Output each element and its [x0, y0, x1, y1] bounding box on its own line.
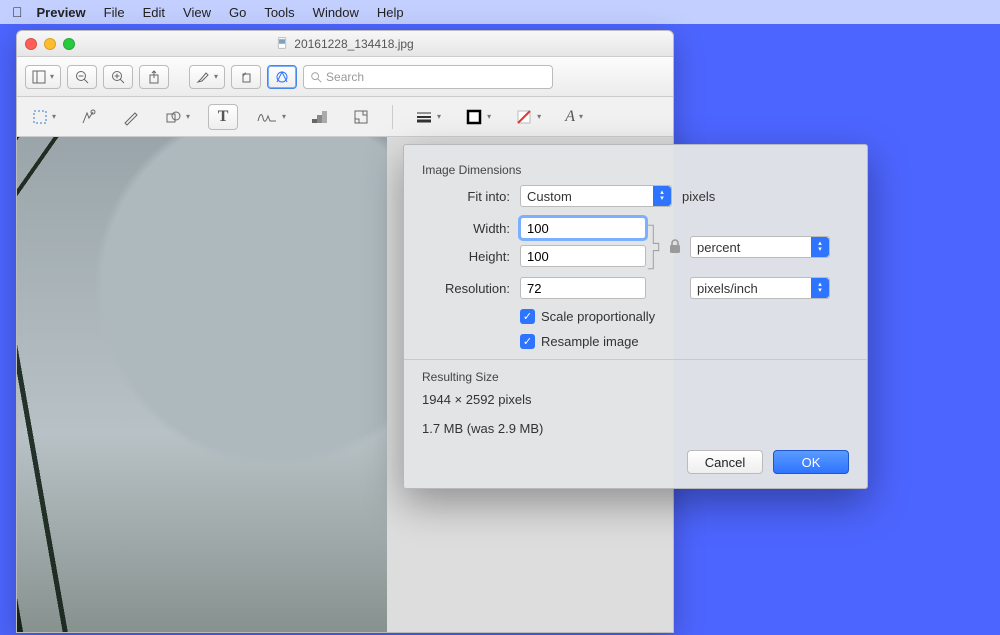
menubar:  Preview File Edit View Go Tools Window…: [0, 0, 1000, 24]
adjust-size-dialog: Image Dimensions Fit into: Custom pixels…: [403, 144, 868, 489]
ok-button[interactable]: OK: [773, 450, 849, 474]
resolution-label: Resolution:: [422, 281, 510, 296]
wh-unit-value: percent: [697, 240, 740, 255]
menu-go[interactable]: Go: [229, 5, 246, 20]
sidebar-view-button[interactable]: [25, 65, 61, 89]
rotate-button[interactable]: [231, 65, 261, 89]
close-button[interactable]: [25, 38, 37, 50]
width-input[interactable]: [520, 217, 646, 239]
menu-help[interactable]: Help: [377, 5, 404, 20]
markup-button[interactable]: [267, 65, 297, 89]
zoom-button[interactable]: [63, 38, 75, 50]
cancel-button[interactable]: Cancel: [687, 450, 763, 474]
menu-window[interactable]: Window: [313, 5, 359, 20]
resample-image-label: Resample image: [541, 334, 639, 349]
sketch-button[interactable]: [116, 104, 146, 130]
section-separator: [404, 359, 867, 360]
resulting-dimensions: 1944 × 2592 pixels: [422, 392, 849, 407]
highlight-button[interactable]: [189, 65, 225, 89]
menu-view[interactable]: View: [183, 5, 211, 20]
check-icon: ✓: [520, 334, 535, 349]
menu-edit[interactable]: Edit: [143, 5, 165, 20]
minimize-button[interactable]: [44, 38, 56, 50]
document-icon: [276, 37, 288, 49]
resulting-filesize: 1.7 MB (was 2.9 MB): [422, 421, 849, 436]
check-icon: ✓: [520, 309, 535, 324]
text-style-button[interactable]: A: [559, 104, 589, 130]
app-name[interactable]: Preview: [37, 5, 86, 20]
adjust-color-button[interactable]: [304, 104, 334, 130]
height-label: Height:: [422, 249, 510, 264]
wh-unit-select[interactable]: percent: [690, 236, 830, 258]
search-placeholder: Search: [326, 70, 364, 84]
fit-into-unit: pixels: [682, 189, 715, 204]
shapes-button[interactable]: [158, 104, 196, 130]
scale-proportionally-label: Scale proportionally: [541, 309, 655, 324]
separator: [392, 105, 393, 129]
resolution-unit-select[interactable]: pixels/inch: [690, 277, 830, 299]
adjust-size-button[interactable]: [346, 104, 376, 130]
titlebar: 20161228_134418.jpg: [17, 31, 673, 57]
apple-icon[interactable]: : [12, 4, 23, 20]
width-label: Width:: [422, 221, 510, 236]
fit-into-label: Fit into:: [422, 189, 510, 204]
image-content[interactable]: [17, 137, 387, 632]
resulting-size-title: Resulting Size: [422, 370, 849, 384]
menu-tools[interactable]: Tools: [264, 5, 294, 20]
text-button[interactable]: T: [208, 104, 238, 130]
window-title: 20161228_134418.jpg: [294, 37, 413, 51]
main-toolbar: Search: [17, 57, 673, 97]
resample-image-checkbox[interactable]: ✓ Resample image: [520, 334, 639, 349]
menu-file[interactable]: File: [104, 5, 125, 20]
search-input[interactable]: Search: [303, 65, 553, 89]
resolution-input[interactable]: [520, 277, 646, 299]
resolution-unit-value: pixels/inch: [697, 281, 758, 296]
fit-into-value: Custom: [527, 189, 572, 204]
fill-color-button[interactable]: [509, 104, 547, 130]
line-style-button[interactable]: [409, 104, 447, 130]
aspect-lock-bracket: [646, 219, 666, 275]
selection-tool-button[interactable]: ▾: [25, 104, 62, 130]
height-input[interactable]: [520, 245, 646, 267]
border-color-button[interactable]: [459, 104, 497, 130]
fit-into-select[interactable]: Custom: [520, 185, 672, 207]
markup-toolbar: ▾ T A: [17, 97, 673, 137]
sign-button[interactable]: [250, 104, 292, 130]
scale-proportionally-checkbox[interactable]: ✓ Scale proportionally: [520, 309, 655, 324]
instant-alpha-button[interactable]: [74, 104, 104, 130]
zoom-out-button[interactable]: [67, 65, 97, 89]
lock-icon[interactable]: [668, 238, 682, 257]
dimensions-group-title: Image Dimensions: [422, 163, 849, 177]
zoom-in-button[interactable]: [103, 65, 133, 89]
share-button[interactable]: [139, 65, 169, 89]
